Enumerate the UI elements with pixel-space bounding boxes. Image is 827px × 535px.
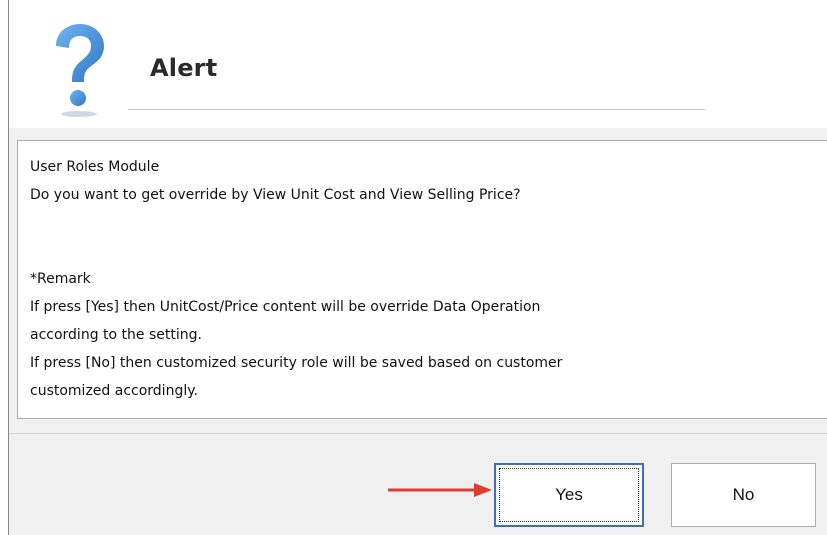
message-box: [17, 140, 827, 419]
title-divider: [128, 109, 705, 110]
remark-line: If press [Yes] then UnitCost/Price conte…: [30, 299, 541, 315]
yes-button[interactable]: Yes: [494, 463, 644, 527]
question-mark-icon: [56, 24, 104, 117]
no-button[interactable]: No: [671, 463, 816, 527]
remark-line: customized accordingly.: [30, 383, 198, 399]
focus-rectangle: [499, 468, 639, 522]
dialog-title: Alert: [150, 54, 218, 82]
remark-heading: *Remark: [30, 271, 91, 287]
remark-line: according to the setting.: [30, 327, 202, 343]
no-button-label: No: [732, 485, 755, 504]
message-module: User Roles Module: [30, 159, 160, 175]
alert-dialog: Alert User Roles Module Do you want to g…: [0, 0, 827, 535]
message-question: Do you want to get override by View Unit…: [30, 187, 521, 203]
remark-line: If press [No] then customized security r…: [30, 355, 563, 371]
red-arrow-annotation: [388, 483, 492, 497]
